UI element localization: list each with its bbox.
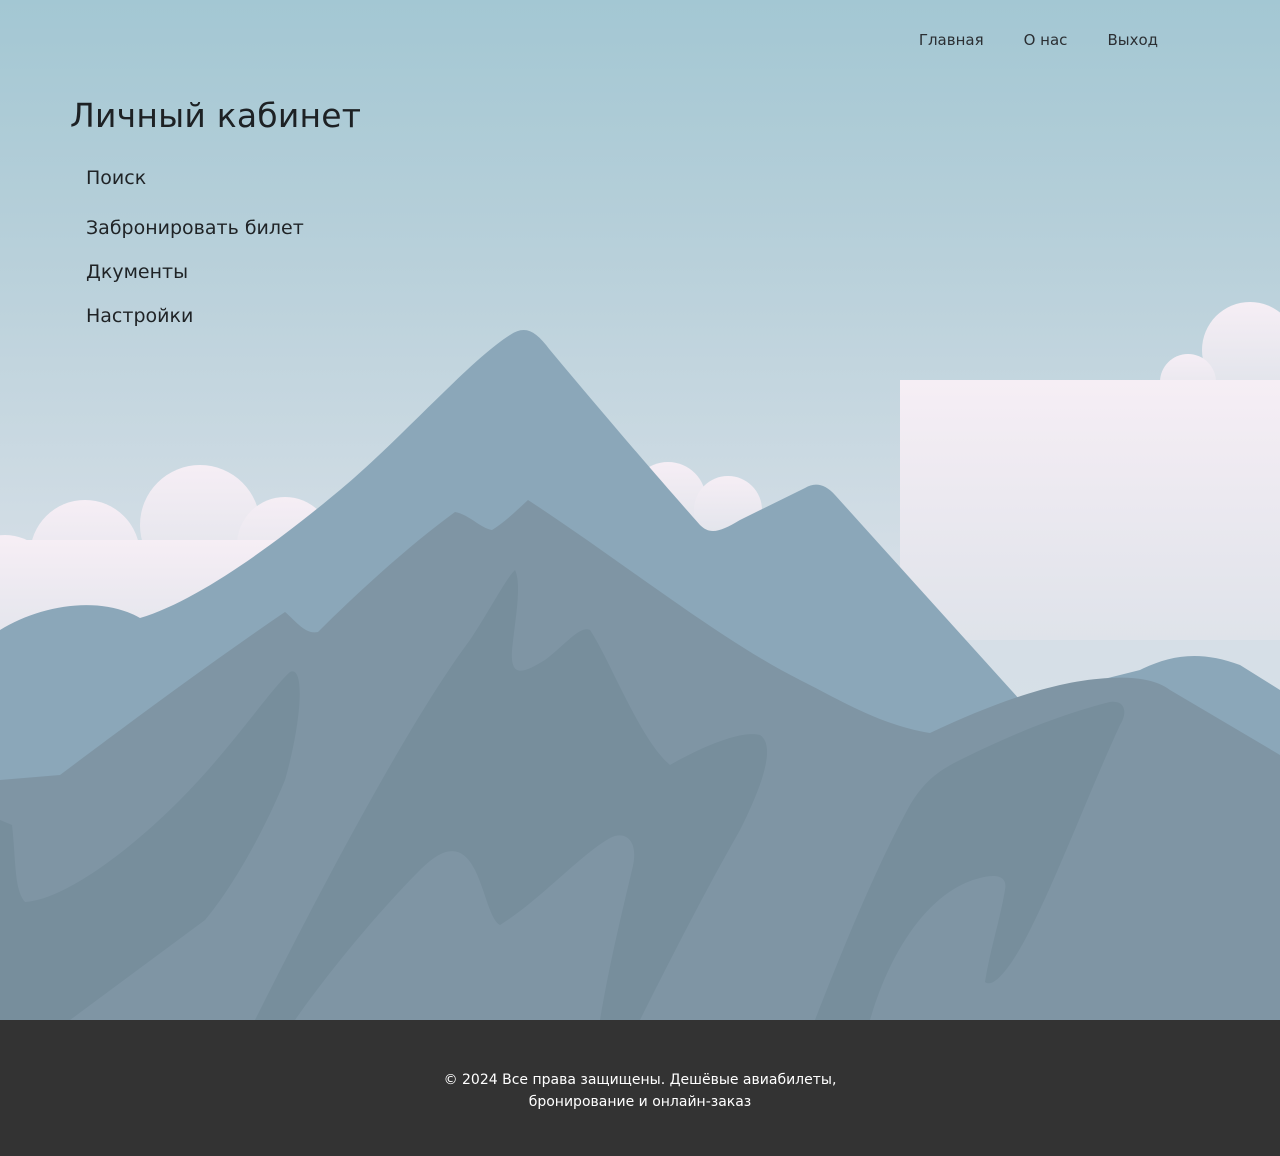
- footer-line-1: © 2024 Все права защищены. Дешёвые авиаб…: [443, 1072, 837, 1088]
- nav-link-home[interactable]: Главная: [919, 30, 984, 50]
- menu-item-settings[interactable]: Настройки: [86, 305, 193, 327]
- footer-line-2: бронирование и онлайн-заказ: [528, 1094, 752, 1110]
- nav-link-logout[interactable]: Выход: [1107, 30, 1158, 50]
- mountain-landscape-illustration: [0, 0, 1280, 1020]
- nav-link-about[interactable]: О нас: [1024, 30, 1068, 50]
- page-title: Личный кабинет: [70, 96, 362, 135]
- footer-copyright: © 2024 Все права защищены. Дешёвые авиаб…: [0, 1069, 1280, 1113]
- menu-item-search[interactable]: Поиск: [86, 167, 146, 189]
- footer: © 2024 Все права защищены. Дешёвые авиаб…: [0, 1020, 1280, 1156]
- top-navigation: Главная О нас Выход: [919, 30, 1158, 50]
- menu-item-book-ticket[interactable]: Забронировать билет: [86, 217, 304, 239]
- menu-item-documents[interactable]: Дкументы: [86, 261, 188, 283]
- hero-background: [0, 0, 1280, 1020]
